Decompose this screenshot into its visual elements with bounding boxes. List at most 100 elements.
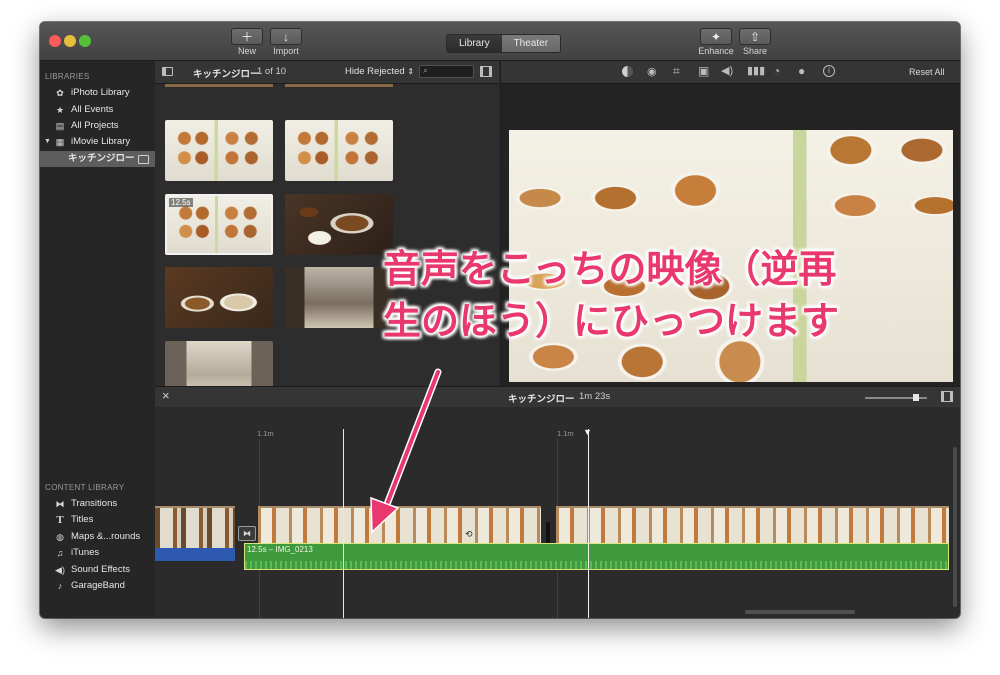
sidebar-item-all-events[interactable]: ★ All Events bbox=[40, 102, 155, 118]
event-icon bbox=[138, 155, 149, 164]
sidebar-item-event-kitchen-jiro[interactable]: キッチンジロー bbox=[40, 151, 155, 167]
share-label: Share bbox=[742, 46, 768, 56]
partial-thumb-top-right[interactable] bbox=[285, 84, 393, 87]
popup-arrows-icon: ⇕ bbox=[407, 67, 415, 76]
annotation-line-2: 生のほう）にひっつけます bbox=[383, 301, 840, 343]
playhead[interactable] bbox=[588, 429, 589, 618]
sidebar-toggle-icon[interactable] bbox=[162, 67, 173, 76]
content-library-heading: CONTENT LIBRARY bbox=[45, 483, 125, 492]
clip-thumbnail[interactable] bbox=[285, 120, 393, 181]
detached-audio-clip[interactable]: 12.5s – IMG_0213 bbox=[244, 543, 949, 570]
transitions-icon: ⧓ bbox=[55, 499, 65, 509]
sidebar-item-iphoto-library[interactable]: ✿ iPhoto Library bbox=[40, 85, 155, 101]
sidebar-item-all-projects[interactable]: ▤ All Projects bbox=[40, 118, 155, 134]
sidebar-item-sound-effects[interactable]: ◀) Sound Effects bbox=[40, 562, 155, 578]
partial-thumb-top-left[interactable] bbox=[165, 84, 273, 87]
info-icon[interactable]: i bbox=[823, 65, 835, 77]
plus-icon: ＋ bbox=[231, 28, 263, 45]
clip-duration-badge: 12.5s bbox=[169, 198, 193, 207]
event-title: キッチンジロー bbox=[193, 69, 260, 80]
sidebar-item-garageband[interactable]: ♪ GarageBand bbox=[40, 578, 155, 594]
audio-clip-label: 12.5s – IMG_0213 bbox=[247, 545, 313, 554]
share-button[interactable]: ⇧ Share bbox=[739, 28, 771, 56]
enhance-button[interactable]: ✦ Enhance bbox=[698, 28, 734, 56]
close-icon[interactable]: × bbox=[162, 388, 170, 403]
speaker-icon: ◀) bbox=[55, 565, 65, 575]
grid-icon: ▦ bbox=[55, 137, 65, 147]
clip-thumbnail[interactable] bbox=[285, 267, 393, 328]
timeline-vertical-scrollbar[interactable] bbox=[953, 447, 957, 607]
time-marker: 1.1m bbox=[557, 429, 574, 438]
annotation-text: 音声をこっちの映像（逆再 生のほう）にひっつけます bbox=[383, 244, 839, 348]
minimize-window-button[interactable] bbox=[64, 35, 76, 47]
playhead-marker-icon: ▼ bbox=[583, 427, 592, 437]
libraries-heading: LIBRARIES bbox=[45, 72, 90, 81]
view-switcher: Library Theater bbox=[446, 34, 562, 53]
import-arrow-icon: ↓ bbox=[270, 28, 302, 45]
sidebar-item-transitions[interactable]: ⧓ Transitions bbox=[40, 496, 155, 512]
import-button[interactable]: ↓ Import bbox=[270, 28, 302, 56]
iphoto-icon: ✿ bbox=[56, 88, 64, 98]
tab-library[interactable]: Library bbox=[447, 35, 502, 52]
zoom-slider-knob[interactable] bbox=[913, 394, 919, 401]
timeline-horizontal-scrollbar[interactable] bbox=[745, 610, 855, 614]
speed-icon[interactable]: ◔ bbox=[773, 64, 780, 78]
new-button[interactable]: ＋ New bbox=[231, 28, 263, 56]
clip-thumbnail[interactable] bbox=[165, 120, 273, 181]
browser-toolbar: キッチンジロー 1 of 10 Hide Rejected ⇕ ⌕ bbox=[155, 61, 499, 84]
timeline: 1.1m 1.1m ⧓ ⟲ 12.5s – IMG_0213 ▼ bbox=[155, 407, 960, 618]
project-duration: 1m 23s bbox=[579, 391, 611, 402]
filter-icon[interactable]: ● bbox=[798, 64, 805, 78]
annotation-line-1: 音声をこっちの映像（逆再 bbox=[383, 249, 837, 291]
timeline-header: × キッチンジロー 1m 23s bbox=[155, 386, 960, 408]
volume-icon[interactable]: ◀) bbox=[721, 64, 733, 77]
filmstrip-view-icon[interactable] bbox=[480, 66, 492, 77]
video-clip[interactable] bbox=[155, 506, 235, 548]
clip-count: 1 of 10 bbox=[257, 66, 287, 77]
film-icon: ▤ bbox=[55, 121, 65, 131]
audio-waveform[interactable] bbox=[155, 548, 235, 561]
sidebar-item-titles[interactable]: T Titles bbox=[40, 512, 155, 528]
project-title: キッチンジロー bbox=[508, 394, 575, 405]
sidebar: LIBRARIES ✿ iPhoto Library ★ All Events … bbox=[40, 61, 156, 618]
globe-icon: ◍ bbox=[56, 532, 64, 542]
zoom-window-button[interactable] bbox=[79, 35, 91, 47]
sidebar-item-maps-backgrounds[interactable]: ◍ Maps &...rounds bbox=[40, 529, 155, 545]
crop-icon[interactable]: ⌗ bbox=[673, 64, 680, 79]
video-clip-reversed[interactable] bbox=[258, 506, 541, 548]
sidebar-item-itunes[interactable]: ♫ iTunes bbox=[40, 545, 155, 561]
clip-appearance-icon[interactable] bbox=[941, 391, 953, 402]
clip-thumbnail[interactable] bbox=[165, 267, 273, 328]
search-field[interactable]: ⌕ bbox=[419, 65, 474, 78]
skimmer-line[interactable] bbox=[343, 429, 344, 618]
tab-theater[interactable]: Theater bbox=[501, 35, 561, 52]
search-icon: ⌕ bbox=[423, 65, 429, 75]
titles-icon: T bbox=[56, 514, 64, 526]
time-marker: 1.1m bbox=[257, 429, 274, 438]
guitar-icon: ♪ bbox=[57, 581, 63, 591]
toolbar: ＋ New ↓ Import Library Theater ✦ Enhance… bbox=[40, 22, 960, 61]
zoom-slider[interactable] bbox=[865, 394, 927, 401]
equalizer-icon[interactable]: ▮▮▮ bbox=[747, 64, 765, 77]
star-icon: ★ bbox=[55, 105, 65, 115]
color-balance-icon[interactable] bbox=[622, 66, 633, 77]
close-window-button[interactable] bbox=[49, 35, 61, 47]
import-label: Import bbox=[273, 46, 299, 56]
share-icon: ⇧ bbox=[739, 28, 771, 45]
stabilization-icon[interactable]: ▣ bbox=[698, 64, 709, 78]
clip-thumbnail-selected[interactable]: 12.5s bbox=[165, 194, 273, 255]
reverse-badge-icon: ⟲ bbox=[465, 529, 473, 539]
clip-thumbnail[interactable] bbox=[285, 194, 393, 255]
clip-gap-handle[interactable] bbox=[546, 522, 550, 544]
magic-wand-icon: ✦ bbox=[700, 28, 732, 45]
reset-all-button[interactable]: Reset All bbox=[909, 67, 945, 77]
adjustments-bar: ◉ ⌗ ▣ ◀) ▮▮▮ ◔ ● i Reset All bbox=[500, 61, 960, 84]
sidebar-item-imovie-library[interactable]: ▼ ▦ iMovie Library bbox=[40, 134, 155, 150]
music-note-icon: ♫ bbox=[56, 548, 64, 558]
color-correction-icon[interactable]: ◉ bbox=[647, 65, 657, 78]
disclosure-triangle-icon[interactable]: ▼ bbox=[44, 134, 51, 150]
audio-waveform-green bbox=[245, 561, 948, 569]
video-clip[interactable] bbox=[556, 506, 949, 548]
transition-icon[interactable]: ⧓ bbox=[238, 526, 256, 541]
filter-popup[interactable]: Hide Rejected ⇕ bbox=[345, 66, 414, 77]
